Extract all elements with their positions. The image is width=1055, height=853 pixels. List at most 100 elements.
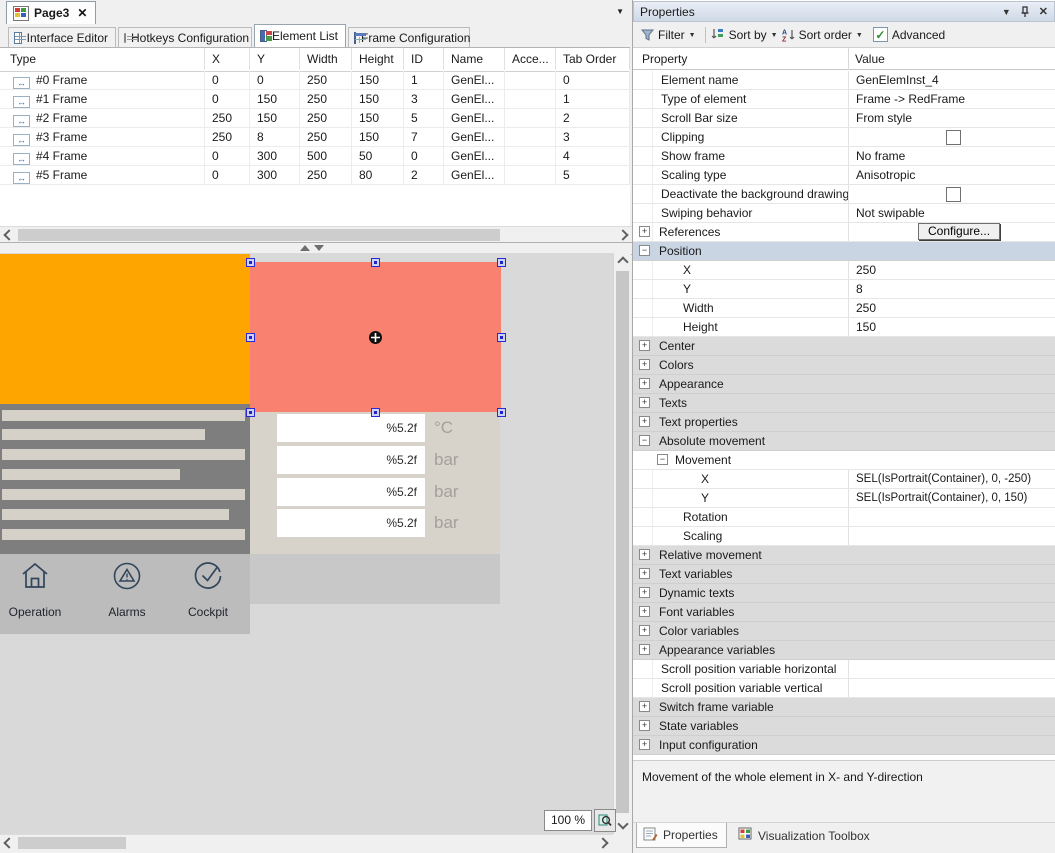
value-column-header[interactable]: Value [855,52,885,66]
canvas-vscrollbar[interactable] [613,253,631,834]
property-column-header[interactable]: Property [642,52,687,66]
filter-dropdown-icon[interactable]: ▼ [689,32,696,39]
value-input-field[interactable]: %5.2f [277,478,425,506]
column-header-Acce[interactable]: Acce... [505,48,556,70]
property-row-text-properties[interactable]: +Text properties [633,413,1055,432]
property-value[interactable]: Anisotropic [849,166,1055,184]
property-value[interactable]: SEL(IsPortrait(Container), 0, -250) [849,470,1055,488]
nav-item-operation[interactable] [0,559,71,596]
collapse-minus-icon[interactable]: − [639,435,650,446]
cell-name[interactable]: GenEl... [444,109,505,128]
nav-item-cockpit[interactable] [172,559,244,596]
property-value-cell[interactable] [848,394,1055,412]
scroll-left-icon[interactable] [2,837,15,849]
property-value-cell[interactable] [848,603,1055,621]
cell-x[interactable]: 0 [205,71,250,90]
hscroll-thumb[interactable] [18,837,126,849]
portrait-navbar-element[interactable]: OperationAlarmsCockpit [0,554,250,634]
property-value-cell[interactable]: Not swipable [848,204,1055,222]
collapse-minus-icon[interactable]: − [657,454,668,465]
property-value[interactable]: GenElemInst_4 [849,71,1055,89]
selection-handle[interactable] [497,258,506,267]
selection-handle[interactable] [246,408,255,417]
property-value-cell[interactable]: No frame [848,147,1055,165]
cell-height[interactable]: 80 [352,166,404,185]
scroll-down-icon[interactable] [616,817,629,830]
sort-by-dropdown-icon[interactable]: ▼ [771,32,778,39]
column-header-Tab Order[interactable]: Tab Order [556,48,630,70]
cell-tab_order[interactable]: 1 [556,90,630,109]
property-value-cell[interactable]: 250 [848,299,1055,317]
property-row-input-configuration[interactable]: +Input configuration [633,736,1055,755]
scroll-right-icon[interactable] [596,837,609,849]
property-value-cell[interactable] [848,546,1055,564]
property-row-appearance-variables[interactable]: +Appearance variables [633,641,1055,660]
property-value-cell[interactable]: Configure... [848,223,1055,241]
property-row-y[interactable]: YSEL(IsPortrait(Container), 0, 150) [633,489,1055,508]
expand-plus-icon[interactable]: + [639,644,650,655]
cell-x[interactable]: 0 [205,147,250,166]
cell-tab_order[interactable]: 2 [556,109,630,128]
property-value-cell[interactable] [848,413,1055,431]
property-row-scroll-position-variable-vertical[interactable]: Scroll position variable vertical [633,679,1055,698]
cell-id[interactable]: 1 [404,71,444,90]
cell-height[interactable]: 150 [352,90,404,109]
sort-order-icon[interactable]: A Z [782,28,797,42]
filter-label[interactable]: Filter [658,28,685,42]
property-row-colors[interactable]: +Colors [633,356,1055,375]
cell-type[interactable]: ↔#4 Frame [0,147,205,166]
splitter-collapse-up-icon[interactable] [300,245,310,251]
column-header-ID[interactable]: ID [404,48,444,70]
expand-plus-icon[interactable]: + [639,720,650,731]
property-value[interactable]: 150 [849,318,1055,336]
zoom-level-field[interactable]: 100 % [544,810,592,831]
canvas-hscrollbar[interactable] [0,834,613,851]
cell-type[interactable]: ↔#2 Frame [0,109,205,128]
bottom-tab-visualization-toolbox[interactable]: Visualization Toolbox [732,823,878,848]
property-value-cell[interactable] [848,736,1055,754]
vscroll-thumb[interactable] [616,271,629,813]
selection-handle[interactable] [371,408,380,417]
property-value-cell[interactable] [848,337,1055,355]
cell-y[interactable]: 150 [250,109,300,128]
property-value-cell[interactable] [848,375,1055,393]
property-value-cell[interactable] [848,717,1055,735]
advanced-label[interactable]: Advanced [892,28,945,42]
property-value-cell[interactable] [848,451,1055,469]
cell-tab_order[interactable]: 4 [556,147,630,166]
expand-plus-icon[interactable]: + [639,739,650,750]
property-value-cell[interactable]: SEL(IsPortrait(Container), 0, 150) [848,489,1055,507]
property-value-cell[interactable] [848,508,1055,526]
cell-access[interactable] [505,166,556,185]
scroll-left-icon[interactable] [2,229,15,241]
property-value-cell[interactable]: 250 [848,261,1055,279]
table-row[interactable]: ↔#4 Frame0300500500GenEl...4 [0,147,630,166]
element-center-crosshair-icon[interactable] [368,330,383,345]
hscroll-thumb[interactable] [18,229,500,241]
cell-id[interactable]: 7 [404,128,444,147]
visualization-canvas[interactable]: %5.2f°C%5.2fbar%5.2fbar%5.2fbar rms Cock… [0,253,613,834]
property-value-cell[interactable]: Frame -> RedFrame [848,90,1055,108]
selection-handle[interactable] [497,333,506,342]
cell-id[interactable]: 0 [404,147,444,166]
value-input-field[interactable]: %5.2f [277,509,425,537]
nav-item-alarms[interactable] [91,559,163,596]
property-checkbox[interactable] [946,187,961,202]
property-row-switch-frame-variable[interactable]: +Switch frame variable [633,698,1055,717]
property-row-width[interactable]: Width250 [633,299,1055,318]
property-value-cell[interactable]: SEL(IsPortrait(Container), 0, -250) [848,470,1055,488]
subtab-interface-editor[interactable]: Interface Editor [8,27,116,48]
property-row-swiping-behavior[interactable]: Swiping behaviorNot swipable [633,204,1055,223]
cell-height[interactable]: 150 [352,128,404,147]
property-value-cell[interactable]: From style [848,109,1055,127]
cell-name[interactable]: GenEl... [444,71,505,90]
cell-tab_order[interactable]: 0 [556,71,630,90]
property-row-color-variables[interactable]: +Color variables [633,622,1055,641]
cell-type[interactable]: ↔#3 Frame [0,128,205,147]
cell-height[interactable]: 50 [352,147,404,166]
cell-id[interactable]: 3 [404,90,444,109]
column-header-Height[interactable]: Height [352,48,404,70]
cell-name[interactable]: GenEl... [444,90,505,109]
column-header-Type[interactable]: Type [0,48,205,70]
cell-height[interactable]: 150 [352,109,404,128]
